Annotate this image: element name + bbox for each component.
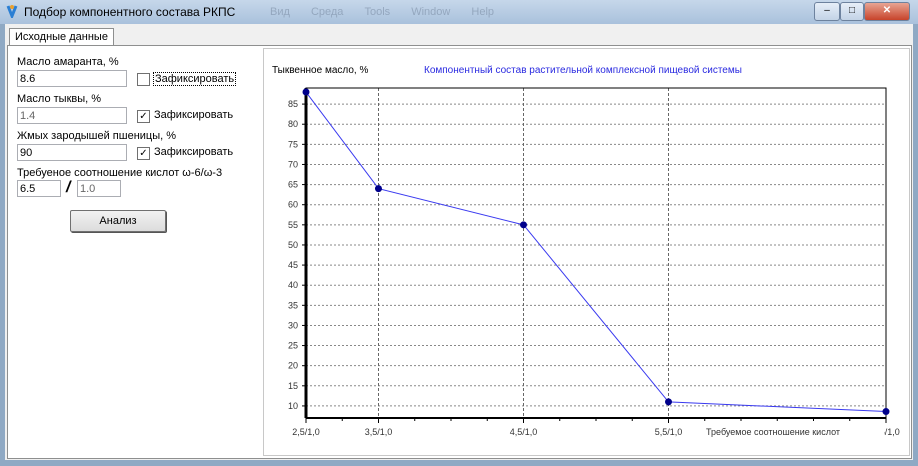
data-point	[882, 408, 890, 416]
y-tick-label: 40	[288, 280, 298, 290]
ratio-omega6-input[interactable]: 6.5	[17, 180, 61, 197]
analyze-button[interactable]: Анализ	[70, 210, 166, 232]
data-point	[375, 185, 382, 193]
x-tick-label: 4,5/1,0	[510, 427, 538, 437]
y-tick-label: 60	[288, 200, 298, 210]
wheat-fix-checkbox[interactable]: ✓	[137, 147, 150, 160]
pumpkin-fix-checkbox[interactable]: ✓	[137, 110, 150, 123]
pumpkin-input[interactable]: 1.4	[17, 107, 127, 124]
y-tick-label: 25	[288, 341, 298, 351]
y-axis-label: Тыквенное масло, %	[272, 65, 368, 76]
app-icon	[6, 5, 18, 18]
window-title: Подбор компонентного состава РКПС	[24, 5, 236, 19]
y-tick-label: 35	[288, 300, 298, 310]
client-area: Исходные данные Масло амаранта, % 8.6 За…	[5, 24, 913, 460]
wheat-label: Жмых зародышей пшеницы, %	[17, 130, 177, 142]
y-tick-label: 30	[288, 320, 298, 330]
y-tick-label: 15	[288, 381, 298, 391]
ratio-label: Требуеное соотношение кислот ω-6/ω-3	[17, 167, 223, 179]
amaranth-fix-checkbox[interactable]	[137, 73, 150, 86]
minimize-button[interactable]: –	[814, 2, 840, 21]
y-tick-label: 70	[288, 159, 298, 169]
ratio-separator: /	[66, 179, 71, 196]
y-tick-label: 45	[288, 260, 298, 270]
x-axis-label: Требуемое соотношение кислот	[706, 427, 840, 437]
x-tick-label: 2,5/1,0	[292, 427, 320, 437]
y-tick-label: 20	[288, 361, 298, 371]
plot-frame	[305, 87, 887, 419]
wheat-input[interactable]: 90	[17, 144, 127, 161]
pumpkin-fix-label[interactable]: Зафиксировать	[154, 109, 233, 121]
y-tick-label: 85	[288, 99, 298, 109]
y-tick-label: 10	[288, 401, 298, 411]
x-tick-label: 3,5/1,0	[365, 427, 393, 437]
pumpkin-label: Масло тыквы, %	[17, 93, 102, 105]
chart-panel: Тыквенное масло, % Компонентный состав ра…	[263, 48, 910, 456]
data-point	[665, 398, 672, 406]
close-button[interactable]: ✕	[864, 2, 910, 21]
y-tick-label: 65	[288, 180, 298, 190]
data-point	[302, 88, 310, 96]
amaranth-input[interactable]: 8.6	[17, 70, 127, 87]
chart-title: Компонентный состав растительной комплек…	[424, 65, 742, 76]
y-tick-label: 55	[288, 220, 298, 230]
line-chart: Тыквенное масло, % Компонентный состав ра…	[272, 65, 900, 438]
ratio-omega3-input[interactable]: 1.0	[77, 180, 121, 197]
data-point	[520, 221, 527, 229]
tab-input-data[interactable]: Исходные данные	[9, 28, 114, 46]
amaranth-label: Масло амаранта, %	[17, 56, 119, 68]
series-line	[305, 91, 887, 413]
y-tick-label: 75	[288, 139, 298, 149]
title-bar: Подбор компонентного состава РКПС Вид Ср…	[0, 0, 918, 24]
x-tick-label: 5,5/1,0	[655, 427, 683, 437]
y-tick-label: 50	[288, 240, 298, 250]
maximize-button[interactable]: □	[840, 2, 864, 21]
background-app-menu: Вид Среда Tools Window Help	[270, 6, 495, 18]
y-tick-label: 80	[288, 119, 298, 129]
wheat-fix-label[interactable]: Зафиксировать	[154, 146, 233, 158]
amaranth-fix-label[interactable]: Зафиксировать	[153, 72, 237, 86]
tab-page: Масло амаранта, % 8.6 Зафиксировать Масл…	[7, 45, 912, 459]
